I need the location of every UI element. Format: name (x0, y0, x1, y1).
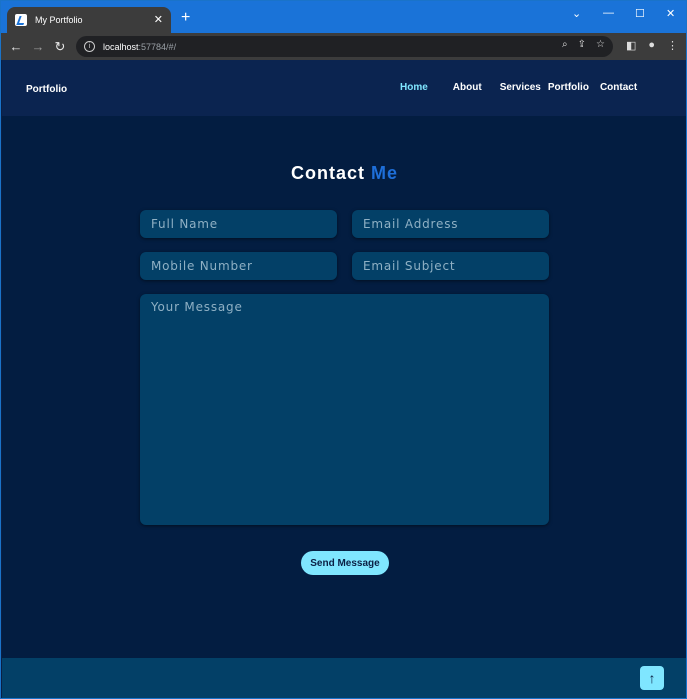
title-bar: My Portfolio ✕ + ⌄ — ☐ ✕ (1, 1, 686, 33)
zoom-icon[interactable]: ⌕ (562, 39, 568, 50)
nav-menu: Home About Services Portfolio Contact (400, 82, 637, 93)
tab-close-icon[interactable]: ✕ (154, 14, 163, 26)
tab-search-chevron-icon[interactable]: ⌄ (572, 7, 581, 20)
nav-about[interactable]: About (453, 82, 482, 93)
share-icon[interactable]: ⇪ (578, 39, 586, 50)
section-title: Contact Me (2, 163, 686, 184)
site-navbar: Portfolio Home About Services Portfolio … (2, 60, 686, 116)
new-tab-icon[interactable]: + (181, 10, 190, 26)
address-bar[interactable]: i localhost :57784/#/ ⌕ ⇪ ☆ (76, 36, 613, 57)
browser-toolbar: ← → ↻ i localhost :57784/#/ ⌕ ⇪ ☆ ◧ ● ⋮ (1, 33, 686, 60)
minimize-icon[interactable]: — (603, 7, 614, 19)
page-footer: ↑ (2, 658, 686, 698)
profile-icon[interactable]: ● (648, 39, 655, 52)
nav-home[interactable]: Home (400, 82, 428, 93)
message-field[interactable] (140, 294, 549, 525)
back-icon[interactable]: ← (5, 39, 27, 54)
site-brand[interactable]: Portfolio (26, 84, 67, 95)
forward-icon[interactable]: → (27, 39, 49, 54)
page-content: Portfolio Home About Services Portfolio … (2, 60, 686, 658)
flutter-favicon-icon (15, 14, 27, 26)
browser-window: My Portfolio ✕ + ⌄ — ☐ ✕ ← → ↻ i localho… (0, 0, 687, 699)
close-window-icon[interactable]: ✕ (666, 7, 675, 20)
browser-tab[interactable]: My Portfolio ✕ (7, 7, 171, 33)
send-message-button[interactable]: Send Message (301, 551, 389, 575)
tab-title: My Portfolio (35, 15, 83, 25)
reload-icon[interactable]: ↻ (49, 39, 71, 55)
menu-icon[interactable]: ⋮ (667, 39, 678, 52)
arrow-up-icon: ↑ (648, 670, 656, 686)
mobile-field[interactable] (140, 252, 337, 280)
full-name-field[interactable] (140, 210, 337, 238)
bookmark-star-icon[interactable]: ☆ (596, 39, 605, 50)
url-host: localhost (103, 41, 139, 52)
scroll-to-top-button[interactable]: ↑ (640, 666, 664, 690)
maximize-icon[interactable]: ☐ (635, 7, 645, 20)
nav-contact[interactable]: Contact (600, 82, 637, 93)
title-me: Me (371, 163, 399, 183)
subject-field[interactable] (352, 252, 549, 280)
side-panel-icon[interactable]: ◧ (626, 39, 636, 52)
nav-services[interactable]: Services (500, 82, 541, 93)
nav-portfolio[interactable]: Portfolio (548, 82, 589, 93)
email-field[interactable] (352, 210, 549, 238)
title-contact: Contact (290, 163, 365, 183)
site-info-icon[interactable]: i (84, 41, 95, 52)
url-path: :57784/#/ (138, 41, 177, 52)
